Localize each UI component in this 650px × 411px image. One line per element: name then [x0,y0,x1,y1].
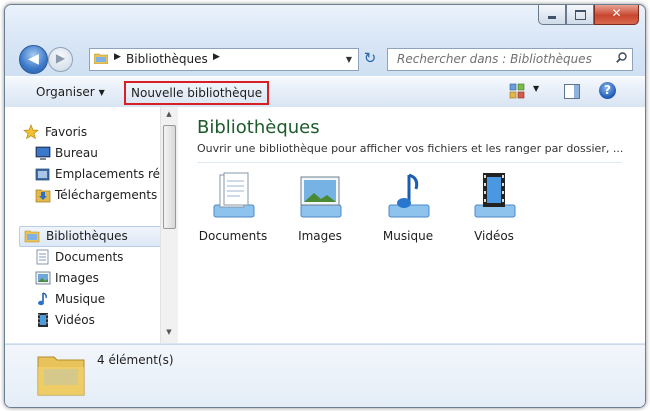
address-bar[interactable]: ▶ Bibliothèques ▶ ▼ [89,48,359,71]
documents-library-icon [213,172,255,218]
sidebar-item-label: Téléchargements [55,188,158,202]
sidebar-item-recent-places[interactable]: Emplacements ré [19,165,160,184]
sidebar-item-desktop[interactable]: Bureau [19,144,160,163]
navigation-pane: Favoris Bureau Emplacements ré Télécharg… [5,107,160,343]
sidebar-item-label: Emplacements ré [55,167,160,181]
search-input[interactable]: Rechercher dans : Bibliothèques [387,48,633,71]
item-count: 4 élément(s) [97,353,174,367]
sidebar-group-label: Bibliothèques [46,229,128,243]
sidebar-scrollbar[interactable]: ▲ ▼ [160,107,178,343]
library-folder-icon [94,53,108,64]
page-title: Bibliothèques [197,117,320,138]
breadcrumb-libraries[interactable]: Bibliothèques [126,52,208,66]
caption-buttons: ✕ [538,5,639,25]
breadcrumb-separator[interactable]: ▶ [114,52,121,62]
scroll-up-icon[interactable]: ▲ [163,110,175,122]
help-button[interactable]: ? [599,82,616,99]
refresh-button[interactable]: ↻ [359,48,381,69]
address-dropdown-icon[interactable]: ▼ [340,49,358,70]
sidebar-item-label: Vidéos [55,313,95,327]
sidebar-item-music[interactable]: Musique [19,290,160,309]
content-area: Favoris Bureau Emplacements ré Télécharg… [5,107,645,343]
change-view-icon[interactable] [509,83,525,99]
close-button[interactable]: ✕ [594,5,639,25]
library-label: Images [298,229,342,243]
close-icon: ✕ [611,6,622,20]
documents-icon [36,249,49,265]
images-library-icon [300,176,342,218]
music-icon [38,292,47,306]
desktop-icon [35,146,51,160]
recent-places-icon [35,168,50,181]
back-button[interactable]: ◀ [19,45,48,74]
sidebar-item-downloads[interactable]: Téléchargements [19,186,160,205]
search-icon [616,52,627,63]
library-tile-music[interactable]: Musique [368,171,448,243]
sidebar-item-label: Musique [55,292,106,306]
videos-library-icon [474,173,516,218]
search-placeholder: Rechercher dans : Bibliothèques [397,52,592,66]
breadcrumb-separator-end[interactable]: ▶ [213,52,220,62]
library-label: Documents [198,229,268,243]
view-options-dropdown-icon[interactable]: ▼ [533,84,539,93]
minimize-icon [548,16,556,19]
star-icon [23,124,39,140]
minimize-button[interactable] [538,5,566,25]
page-subtitle: Ouvrir une bibliothèque pour afficher vo… [197,142,624,155]
library-icon [24,230,40,243]
sidebar-item-label: Bureau [55,146,98,160]
organize-label: Organiser [36,85,95,99]
scrollbar-thumb[interactable] [163,125,176,229]
back-arrow-icon: ◀ [28,51,39,67]
sidebar-group-label: Favoris [45,125,88,139]
library-tile-videos[interactable]: Vidéos [454,171,534,243]
organize-button[interactable]: Organiser ▼ [36,85,105,99]
command-bar: Organiser ▼ Nouvelle bibliothèque ▼ ? [5,76,645,108]
images-icon [35,271,51,285]
library-label: Musique [382,229,434,243]
preview-pane-icon [574,85,579,98]
sidebar-group-favorites[interactable]: Favoris [19,123,160,142]
library-label: Vidéos [474,229,514,243]
header-divider [197,162,622,163]
sidebar-item-documents[interactable]: Documents [19,248,160,267]
downloads-icon [35,189,51,203]
chevron-down-icon: ▼ [98,88,105,97]
forward-arrow-icon: ▶ [55,51,66,65]
library-tile-images[interactable]: Images [280,171,360,243]
forward-button[interactable]: ▶ [48,47,73,72]
explorer-window: ✕ ◀ ▶ ▶ Bibliothèques ▶ ▼ ↻ Rechercher d… [4,4,646,408]
library-tile-documents[interactable]: Documents [193,171,273,243]
sidebar-group-libraries[interactable]: Bibliothèques [19,226,160,247]
maximize-icon [575,10,586,20]
maximize-button[interactable] [566,5,594,25]
preview-pane-button[interactable] [564,84,580,99]
new-library-button[interactable]: Nouvelle bibliothèque [124,81,270,105]
sidebar-item-label: Documents [55,250,124,264]
music-library-icon [388,173,430,218]
videos-icon [38,313,48,327]
library-folder-large-icon [37,356,85,396]
details-pane: 4 élément(s) [5,344,645,407]
file-view: Bibliothèques Ouvrir une bibliothèque po… [178,107,645,343]
sidebar-item-images[interactable]: Images [19,269,160,288]
navigation-bar: ◀ ▶ ▶ Bibliothèques ▶ ▼ ↻ Rechercher dan… [5,41,645,75]
scroll-down-icon[interactable]: ▼ [163,328,175,340]
sidebar-item-videos[interactable]: Vidéos [19,311,160,330]
sidebar-item-label: Images [55,271,99,285]
